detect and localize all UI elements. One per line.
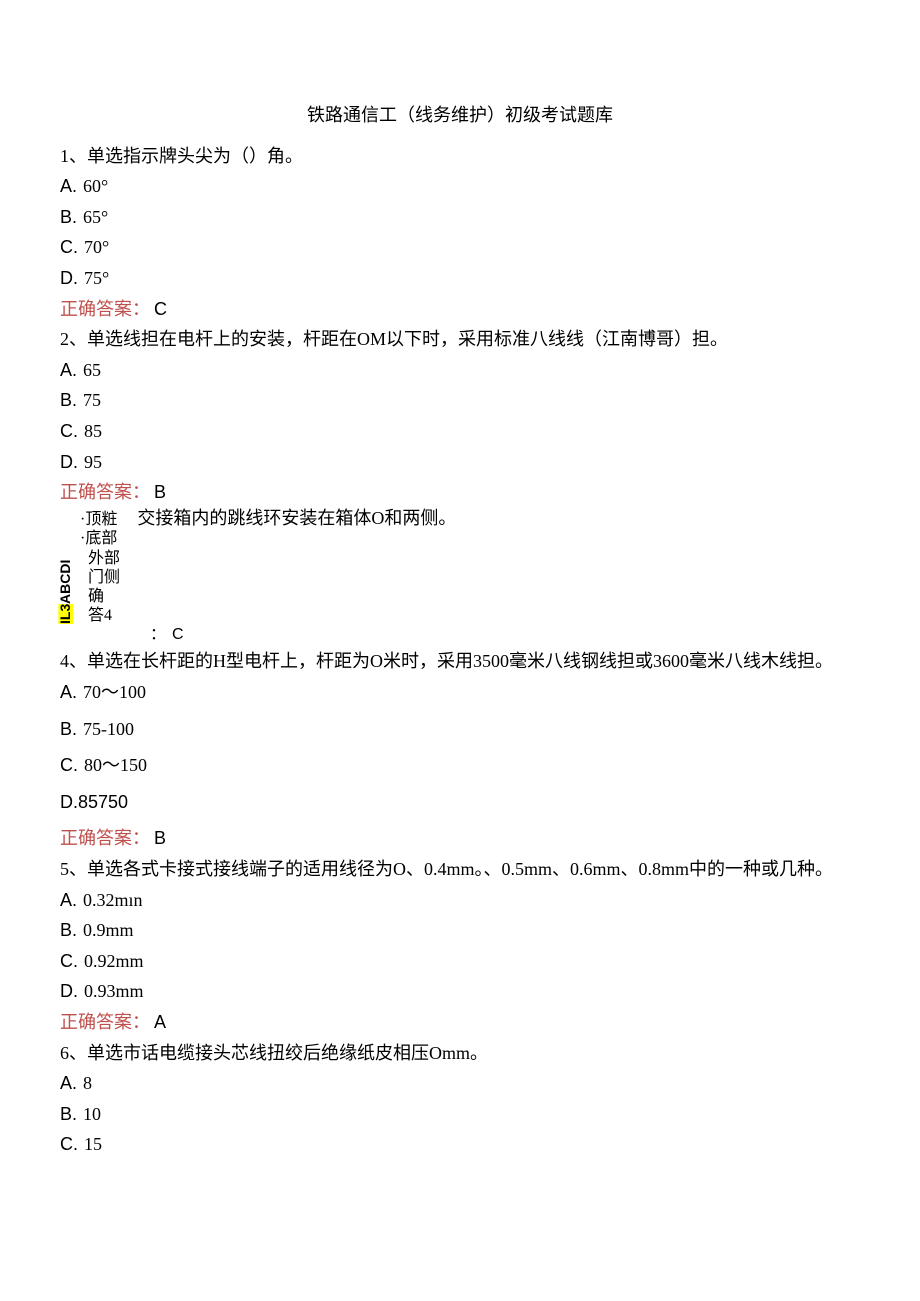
q3-middle-block: IL3ABCDI 外部 门侧 确 答4 [80,549,456,626]
q6-a-val: 8 [83,1073,92,1093]
q5-option-d: D.0.93mm [60,976,860,1007]
q5-option-a: A.0.32mın [60,885,860,916]
q3-main-text: 交接箱内的跳线环安装在箱体O和两侧。 [137,508,456,528]
q2-b-val: 75 [83,390,101,410]
q3-line1: ·顶粧 交接箱内的跳线环安装在箱体O和两侧。 [80,508,456,530]
q2-text: 2、单选线担在电杆上的安装，杆距在OM以下时，采用标准八线线（江南博哥）担。 [60,324,860,355]
q4-c-val: 80～150 [84,755,147,775]
q1-option-a: A.60° [60,171,860,202]
q5-answer-val: A [154,1012,166,1032]
q2-option-c: C.85 [60,416,860,447]
q4-option-b: B.75-100 [60,714,860,745]
q1-option-c: C.70° [60,232,860,263]
q6-b-val: 10 [83,1104,101,1124]
q1-answer-val: C [154,299,167,319]
q3-side-text: ·顶粧 交接箱内的跳线环安装在箱体O和两侧。 ·底部 IL3ABCDI 外部 门… [80,508,456,645]
q3-line4: 门侧 [80,568,456,587]
q3-line5: 确 [80,587,456,606]
document-title: 铁路通信工（线务维护）初级考试题库 [60,100,860,131]
q1-a-val: 60° [83,176,108,196]
q6-c-val: 15 [84,1134,102,1154]
q1-d-val: 75° [84,268,109,288]
q4-text: 4、单选在长杆距的H型电杆上，杆距为O米时，采用3500毫米八线钢线担或3600… [60,646,860,677]
q2-answer: 正确答案：B [60,477,860,508]
q1-answer-label: 正确答案： [60,299,150,319]
q2-d-val: 95 [84,452,102,472]
q4-option-d: D.85750 [60,787,860,818]
q4-answer: 正确答案：B [60,823,860,854]
q4-answer-val: B [154,828,166,848]
q1-c-val: 70° [84,237,109,257]
q5-d-val: 0.93mm [84,981,144,1001]
q5-text: 5、单选各式卡接式接线端子的适用线径为O、0.4mm。、0.5mm、0.6mm、… [60,854,860,885]
q5-answer-label: 正确答案： [60,1012,150,1032]
q4-option-c: C.80～150 [60,750,860,781]
q3-answer-val: C [172,626,184,643]
q4-option-a: A.70～100 [60,677,860,708]
q4-answer-label: 正确答案： [60,828,150,848]
q1-answer: 正确答案：C [60,294,860,325]
q3-colon: ： [150,626,166,643]
q3-rotated-text: IL3ABCDI [58,544,73,624]
q4-a-val: 70～100 [83,682,146,702]
q3-line3: 外部 [80,549,456,568]
q3-line2: ·底部 [80,529,456,548]
q2-c-val: 85 [84,421,102,441]
q2-option-a: A.65 [60,355,860,386]
q3-line6: 答4 [80,606,456,625]
q3-answer-line: ：C [80,625,456,644]
q6-option-c: C.15 [60,1129,860,1160]
q5-option-c: C.0.92mm [60,946,860,977]
q4-b-val: 75-100 [83,719,134,739]
q5-option-b: B.0.9mm [60,915,860,946]
q1-option-b: B.65° [60,202,860,233]
q5-c-val: 0.92mm [84,951,144,971]
q5-b-val: 0.9mm [83,920,134,940]
q2-answer-label: 正确答案： [60,482,150,502]
q1-option-d: D.75° [60,263,860,294]
q2-option-d: D.95 [60,447,860,478]
q6-text: 6、单选市话电缆接头芯线扭绞后绝缘纸皮相压Omm。 [60,1038,860,1069]
q2-answer-val: B [154,482,166,502]
q2-a-val: 65 [83,360,101,380]
q3-block: ·顶粧 交接箱内的跳线环安装在箱体O和两侧。 ·底部 IL3ABCDI 外部 门… [60,508,860,645]
q6-option-b: B.10 [60,1099,860,1130]
q5-answer: 正确答案：A [60,1007,860,1038]
q1-text: 1、单选指示牌头尖为（）角。 [60,141,860,172]
q6-option-a: A.8 [60,1068,860,1099]
q5-a-val: 0.32mın [83,890,143,910]
q2-option-b: B.75 [60,385,860,416]
q1-b-val: 65° [83,207,108,227]
